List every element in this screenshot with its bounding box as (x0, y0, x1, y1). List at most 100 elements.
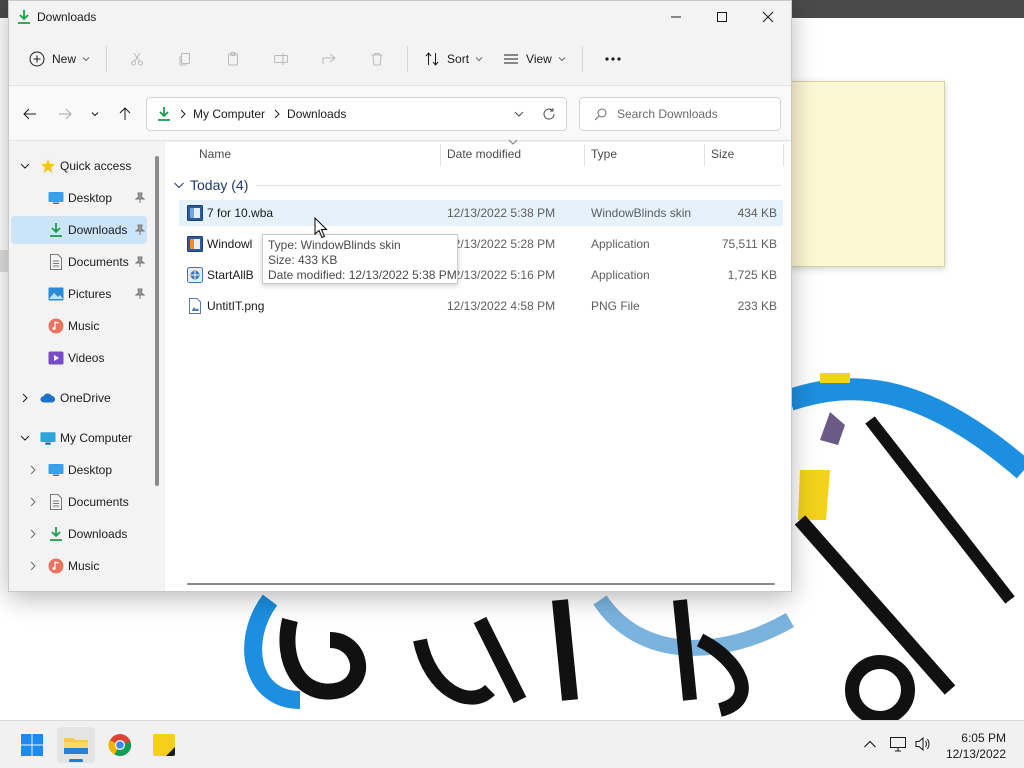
delete-button[interactable] (353, 43, 401, 75)
sidebar-item-documents[interactable]: Documents (11, 248, 147, 276)
forward-button[interactable] (53, 102, 77, 126)
speaker-icon (915, 736, 930, 752)
chevron-up-icon (864, 740, 876, 748)
up-button[interactable] (113, 102, 137, 126)
file-type: Application (591, 268, 650, 282)
rename-icon (274, 53, 289, 65)
sidebar-item-documents[interactable]: Documents (11, 488, 147, 516)
sidebar-item-quick-access[interactable]: Quick access (11, 152, 147, 180)
chevron-down-icon (475, 57, 483, 62)
chevron-right-icon[interactable] (27, 560, 39, 572)
taskbar-file-explorer[interactable] (57, 727, 95, 763)
clock[interactable]: 6:05 PM 12/13/2022 (946, 730, 1006, 762)
chevron-right-icon[interactable] (27, 528, 39, 540)
cut-button[interactable] (113, 43, 161, 75)
file-type: PNG File (591, 299, 640, 313)
show-hidden-icons-button[interactable] (859, 733, 881, 755)
new-button[interactable]: New (19, 43, 100, 75)
file-size: 434 KB (737, 206, 777, 220)
column-header-type[interactable]: Type (591, 147, 617, 161)
sidebar-item-label: OneDrive (60, 391, 111, 405)
recent-locations-button[interactable] (83, 102, 107, 126)
file-type: WindowBlinds skin (591, 206, 692, 220)
navigation-pane-scrollbar[interactable] (155, 156, 159, 486)
address-bar[interactable]: My Computer Downloads (146, 97, 567, 131)
pin-icon (135, 192, 145, 204)
more-options-button[interactable] (589, 43, 637, 75)
breadcrumb-downloads[interactable]: Downloads (287, 107, 346, 121)
arrow-left-icon (23, 108, 36, 120)
start-button[interactable] (13, 727, 51, 763)
chevron-down-icon[interactable] (19, 432, 31, 444)
toolbar-divider (407, 46, 409, 72)
chevron-right-icon[interactable] (19, 392, 31, 404)
column-header-size[interactable]: Size (711, 147, 734, 161)
column-divider[interactable] (783, 144, 784, 166)
title-bar[interactable]: Downloads (9, 1, 791, 33)
taskbar: 6:05 PM 12/13/2022 (0, 720, 1024, 768)
sidebar-item-music[interactable]: Music (11, 312, 147, 340)
column-divider[interactable] (584, 144, 585, 166)
view-button[interactable]: View (493, 43, 576, 75)
chevron-right-icon[interactable] (27, 496, 39, 508)
sidebar-item-music[interactable]: Music (11, 552, 147, 580)
file-list: Name Date modified Type Size Today (4) 7… (165, 139, 791, 591)
desktop-folder-icon (48, 190, 64, 206)
sidebar-item-desktop[interactable]: Desktop (11, 184, 147, 212)
desktop-folder-icon (48, 462, 64, 478)
close-button[interactable] (745, 1, 791, 33)
chevron-down-icon[interactable] (19, 160, 31, 172)
sidebar-item-desktop[interactable]: Desktop (11, 456, 147, 484)
sidebar-item-label: Videos (68, 351, 105, 365)
computer-icon (40, 430, 56, 446)
sidebar-item-pictures[interactable]: Pictures (11, 280, 147, 308)
cloud-icon (40, 390, 56, 406)
column-divider[interactable] (704, 144, 705, 166)
new-button-label: New (52, 52, 77, 66)
application-icon (187, 267, 203, 283)
column-header-name[interactable]: Name (199, 147, 231, 161)
sidebar-item-my-computer[interactable]: My Computer (11, 424, 147, 452)
back-button[interactable] (18, 102, 42, 126)
address-history-chevron-icon[interactable] (514, 109, 524, 119)
copy-button[interactable] (161, 43, 209, 75)
scissors-icon (131, 52, 144, 66)
paste-button[interactable] (209, 43, 257, 75)
chevron-down-icon[interactable] (173, 179, 185, 191)
column-divider[interactable] (440, 144, 441, 166)
sidebar-item-videos[interactable]: Videos (11, 344, 147, 372)
window-title: Downloads (37, 10, 97, 24)
sidebar-item-downloads[interactable]: Downloads (11, 520, 147, 548)
search-input[interactable]: Search Downloads (579, 97, 781, 131)
file-date-modified: 12/13/2022 5:16 PM (447, 268, 556, 282)
sort-button[interactable]: Sort (414, 43, 493, 75)
sticky-note[interactable] (790, 81, 945, 267)
sidebar-item-downloads[interactable]: Downloads (11, 216, 147, 244)
taskbar-chrome[interactable] (101, 727, 139, 763)
documents-icon (48, 494, 64, 510)
refresh-icon[interactable] (542, 107, 556, 121)
network-button[interactable] (887, 733, 909, 755)
breadcrumb-my-computer[interactable]: My Computer (193, 107, 265, 121)
file-list-scrollbar[interactable] (187, 583, 775, 585)
chevron-right-icon[interactable] (27, 464, 39, 476)
group-header-today[interactable]: Today (4) (173, 175, 781, 195)
file-name: 7 for 10.wba (207, 206, 274, 220)
sidebar-item-label: Downloads (68, 223, 128, 237)
minimize-button[interactable] (653, 1, 699, 33)
clipboard-icon (228, 52, 239, 66)
breadcrumb-chevron-icon (179, 109, 187, 119)
column-header-date-modified[interactable]: Date modified (447, 147, 521, 161)
maximize-button[interactable] (699, 1, 745, 33)
rename-button[interactable] (257, 43, 305, 75)
sidebar-item-onedrive[interactable]: OneDrive (11, 384, 147, 412)
file-date-modified: 12/13/2022 5:38 PM (447, 206, 556, 220)
share-icon (322, 53, 336, 64)
file-name: Windowl (207, 237, 253, 251)
taskbar-sticky-notes[interactable] (145, 727, 183, 763)
file-row[interactable]: 7 for 10.wba 12/13/2022 5:38 PM WindowBl… (179, 200, 783, 226)
sidebar-item-label: My Computer (60, 431, 133, 445)
share-button[interactable] (305, 43, 353, 75)
volume-button[interactable] (912, 733, 934, 755)
file-row[interactable]: UntitIT.png 12/13/2022 4:58 PM PNG File … (179, 293, 783, 319)
